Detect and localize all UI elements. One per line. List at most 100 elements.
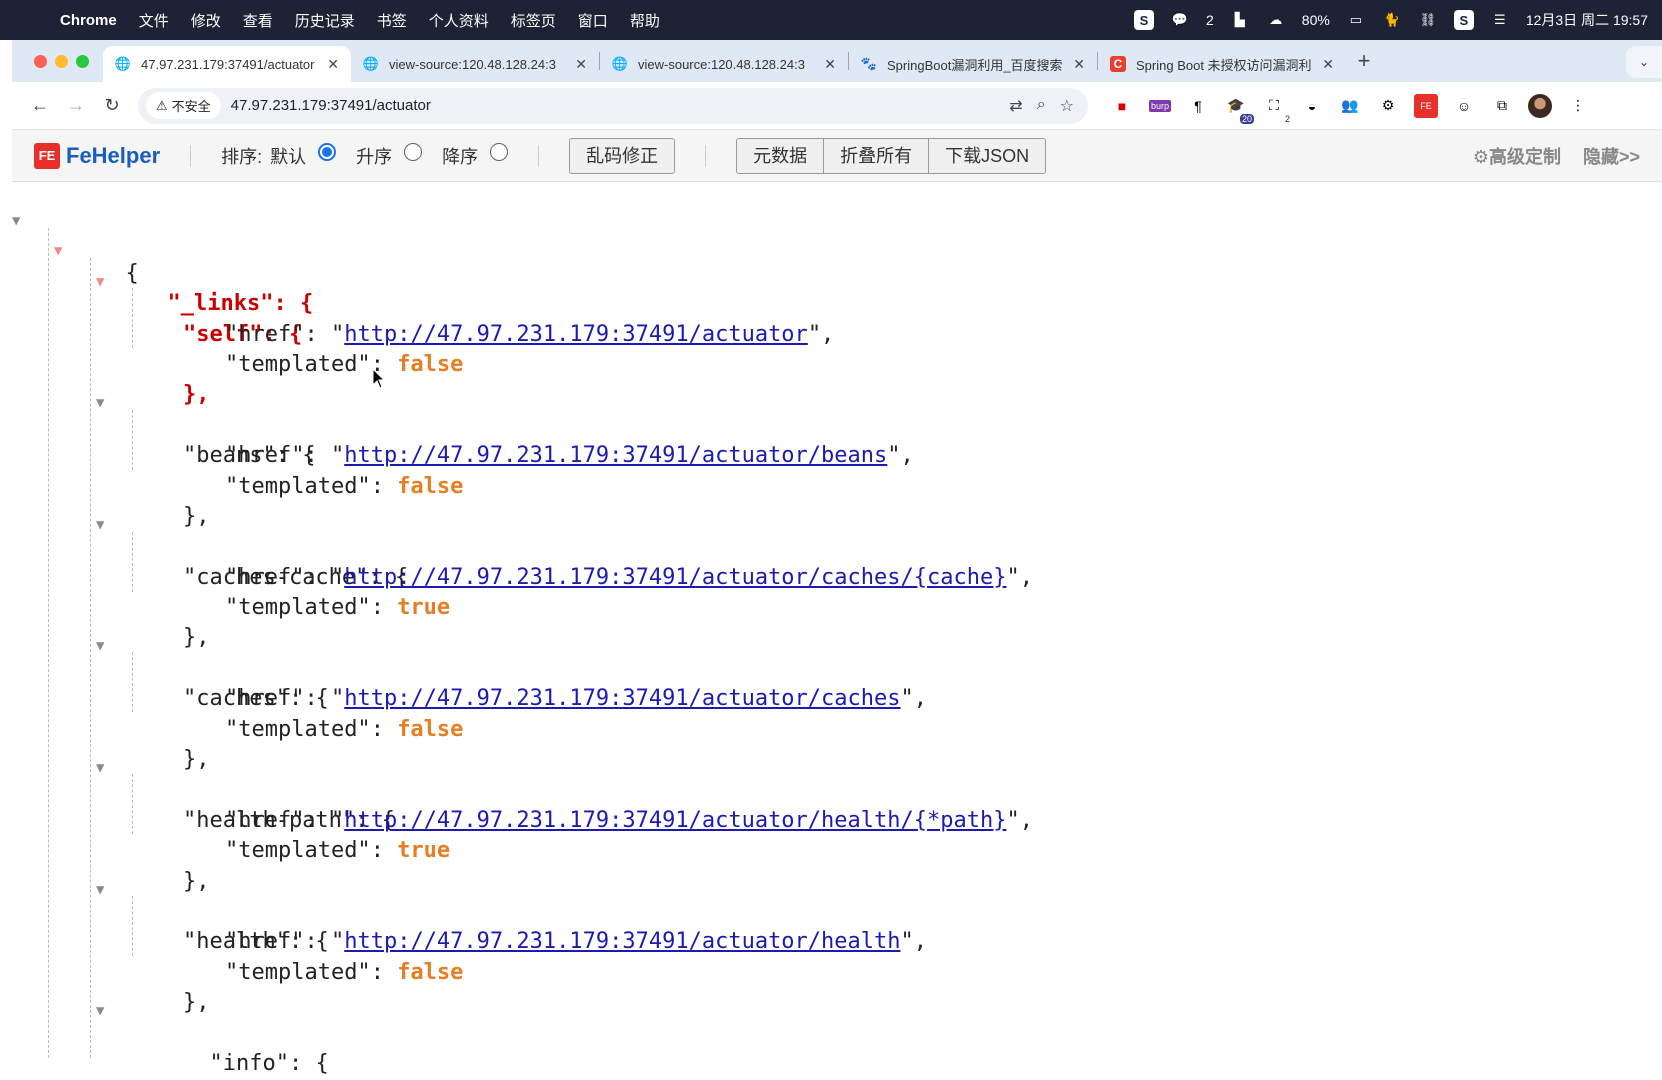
- menu-tabs[interactable]: 标签页: [511, 10, 556, 31]
- pilcrow-extension-icon[interactable]: ¶: [1186, 94, 1210, 118]
- address-bar[interactable]: ⚠ 不安全 47.97.231.179:37491/actuator ⇄ ⌕ ☆: [138, 87, 1088, 124]
- menu-bookmarks[interactable]: 书签: [377, 10, 407, 31]
- collapse-toggle-icon[interactable]: ▼: [96, 996, 104, 1026]
- scan-extension-icon[interactable]: ⛶ 2: [1262, 94, 1290, 124]
- sort-desc-radio[interactable]: [490, 142, 509, 161]
- json-templated-line: "templated": false: [12, 441, 1662, 499]
- extension-badge: 20: [1239, 113, 1254, 124]
- profile-avatar[interactable]: [1528, 93, 1552, 118]
- menu-window[interactable]: 窗口: [578, 10, 608, 31]
- sort-asc-radio[interactable]: [404, 142, 423, 161]
- face-extension-icon[interactable]: ☺: [1452, 94, 1476, 118]
- tab-view-source-1[interactable]: 🌐 view-source:120.48.128.24:3 ✕: [351, 46, 599, 82]
- hat-extension-icon[interactable]: ◒: [1300, 94, 1324, 118]
- menu-file[interactable]: 文件: [139, 10, 169, 31]
- tab-title: view-source:120.48.128.24:3: [638, 56, 805, 72]
- collapse-all-button[interactable]: 折叠所有: [823, 137, 930, 174]
- link-icon[interactable]: ⛓: [1418, 10, 1438, 30]
- sort-label: 排序:: [221, 146, 263, 167]
- json-href-line: "href": "http://47.97.231.179:37491/actu…: [12, 775, 1662, 833]
- sort-desc-label: 降序: [442, 146, 479, 167]
- hide-toolbar-link[interactable]: 隐藏>>: [1583, 143, 1640, 169]
- zoom-icon[interactable]: ⌕: [1037, 96, 1046, 116]
- menu-profile[interactable]: 个人资料: [429, 10, 489, 31]
- gear-icon: ⚙: [1472, 146, 1489, 167]
- close-tab-icon[interactable]: ✕: [824, 56, 836, 73]
- globe-icon: 🌐: [362, 56, 380, 71]
- advanced-settings-link[interactable]: ⚙高级定制: [1473, 143, 1561, 169]
- menu-view[interactable]: 查看: [243, 10, 273, 31]
- fix-encoding-button[interactable]: 乱码修正: [569, 137, 676, 174]
- menu-app-chrome[interactable]: Chrome: [60, 12, 117, 29]
- menu-help[interactable]: 帮助: [630, 10, 660, 31]
- graduation-cap-extension-icon[interactable]: 🎓 20: [1224, 94, 1254, 124]
- tab-baidu-search[interactable]: 🐾 SpringBoot漏洞利用_百度搜索 ✕: [849, 46, 1097, 82]
- china-flag-extension-icon[interactable]: ■: [1110, 94, 1134, 118]
- control-center-icon[interactable]: ☰: [1490, 10, 1510, 30]
- metadata-button[interactable]: 元数据: [736, 137, 825, 174]
- menu-history[interactable]: 历史记录: [295, 10, 355, 31]
- json-entries: ▼ "self": { "href": "http://47.97.231.17…: [12, 259, 1662, 1015]
- people-extension-icon[interactable]: 👥: [1338, 94, 1362, 118]
- globe-icon: 🌐: [611, 56, 629, 71]
- close-tab-icon[interactable]: ✕: [575, 56, 587, 73]
- gear-extension-icon[interactable]: ⚙: [1376, 94, 1400, 118]
- bookmark-app-icon[interactable]: ▙: [1230, 10, 1250, 30]
- minimize-window-button[interactable]: [55, 54, 68, 68]
- sogou-input-icon[interactable]: S: [1134, 10, 1154, 30]
- battery-icon[interactable]: ▭: [1346, 10, 1366, 30]
- menu-edit[interactable]: 修改: [191, 10, 221, 31]
- s-app-icon[interactable]: S: [1453, 10, 1474, 30]
- security-chip[interactable]: ⚠ 不安全: [146, 92, 221, 119]
- tab-spring-boot-article[interactable]: C Spring Boot 未授权访问漏洞利 ✕: [1098, 46, 1346, 82]
- forward-arrow-icon[interactable]: →: [58, 95, 94, 116]
- json-entry-open: ▼ "health-path": {: [12, 745, 1662, 833]
- json-links-line: ▼ "_links": {: [12, 228, 1662, 316]
- wechat-icon[interactable]: 💬: [1170, 10, 1190, 30]
- json-templated-line: "templated": true: [12, 563, 1662, 620]
- reload-icon[interactable]: ↻: [94, 95, 130, 116]
- tab-actuator[interactable]: 🌐 47.97.231.179:37491/actuator ✕: [103, 46, 351, 82]
- download-json-button[interactable]: 下载JSON: [928, 137, 1047, 174]
- close-tab-icon[interactable]: ✕: [327, 56, 339, 73]
- tab-title: SpringBoot漏洞利用_百度搜索: [887, 57, 1063, 73]
- url-text[interactable]: 47.97.231.179:37491/actuator: [231, 97, 431, 114]
- sort-default-radio[interactable]: [318, 142, 337, 161]
- tab-view-source-2[interactable]: 🌐 view-source:120.48.128.24:3 ✕: [600, 46, 848, 82]
- translate-icon[interactable]: ⇄: [1009, 96, 1022, 116]
- close-tab-icon[interactable]: ✕: [1073, 56, 1085, 73]
- tab-title: Spring Boot 未授权访问漏洞利: [1136, 57, 1312, 73]
- json-actions: 元数据 折叠所有 下载JSON: [736, 137, 1047, 174]
- cloud-icon[interactable]: ☁: [1266, 10, 1286, 30]
- json-href-line: "href": "http://47.97.231.179:37491/actu…: [12, 532, 1662, 590]
- tab-search-chevron-icon[interactable]: ⌄: [1626, 46, 1662, 78]
- extensions-area: ■ burp ¶ 🎓 20 ⛶ 2 ◒ 👥 ⚙ FE ☺ ⧉ ⋮: [1110, 93, 1590, 124]
- back-arrow-icon[interactable]: ←: [22, 95, 58, 116]
- cat-icon[interactable]: 🐈: [1382, 10, 1402, 30]
- json-entry-open: ▼ "info": {: [12, 988, 1662, 1076]
- chrome-window: 🌐 47.97.231.179:37491/actuator ✕ 🌐 view-…: [12, 40, 1662, 1080]
- close-window-button[interactable]: [34, 54, 47, 68]
- puzzle-extensions-icon[interactable]: ⧉: [1490, 94, 1514, 118]
- json-entry-close: },: [12, 958, 1662, 1015]
- new-tab-button[interactable]: +: [1346, 48, 1382, 74]
- macos-menu-bar: Chrome 文件 修改 查看 历史记录 书签 个人资料 标签页 窗口 帮助 S…: [0, 0, 1662, 40]
- sort-default-label: 默认: [270, 146, 307, 167]
- kebab-menu-icon[interactable]: ⋮: [1566, 94, 1590, 118]
- json-entry-close: },: [12, 472, 1662, 529]
- divider: [705, 144, 707, 167]
- fehelper-extension-icon[interactable]: FE: [1414, 93, 1438, 118]
- security-label: 不安全: [171, 99, 211, 114]
- close-tab-icon[interactable]: ✕: [1322, 56, 1334, 73]
- sort-options: 排序: 默认 升序 降序: [221, 142, 509, 169]
- json-templated-line: "templated": false: [12, 927, 1662, 985]
- burp-extension-icon[interactable]: burp: [1148, 94, 1172, 118]
- bookmark-star-icon[interactable]: ☆: [1060, 96, 1074, 116]
- maximize-window-button[interactable]: [76, 54, 89, 68]
- json-root-open: ▼ {: [12, 198, 1662, 286]
- sort-asc-label: 升序: [356, 146, 393, 167]
- battery-percent: 80%: [1301, 12, 1330, 28]
- json-entry-open: ▼ "self": {: [12, 259, 1662, 347]
- json-entry-close: },: [12, 836, 1662, 894]
- divider: [538, 144, 540, 167]
